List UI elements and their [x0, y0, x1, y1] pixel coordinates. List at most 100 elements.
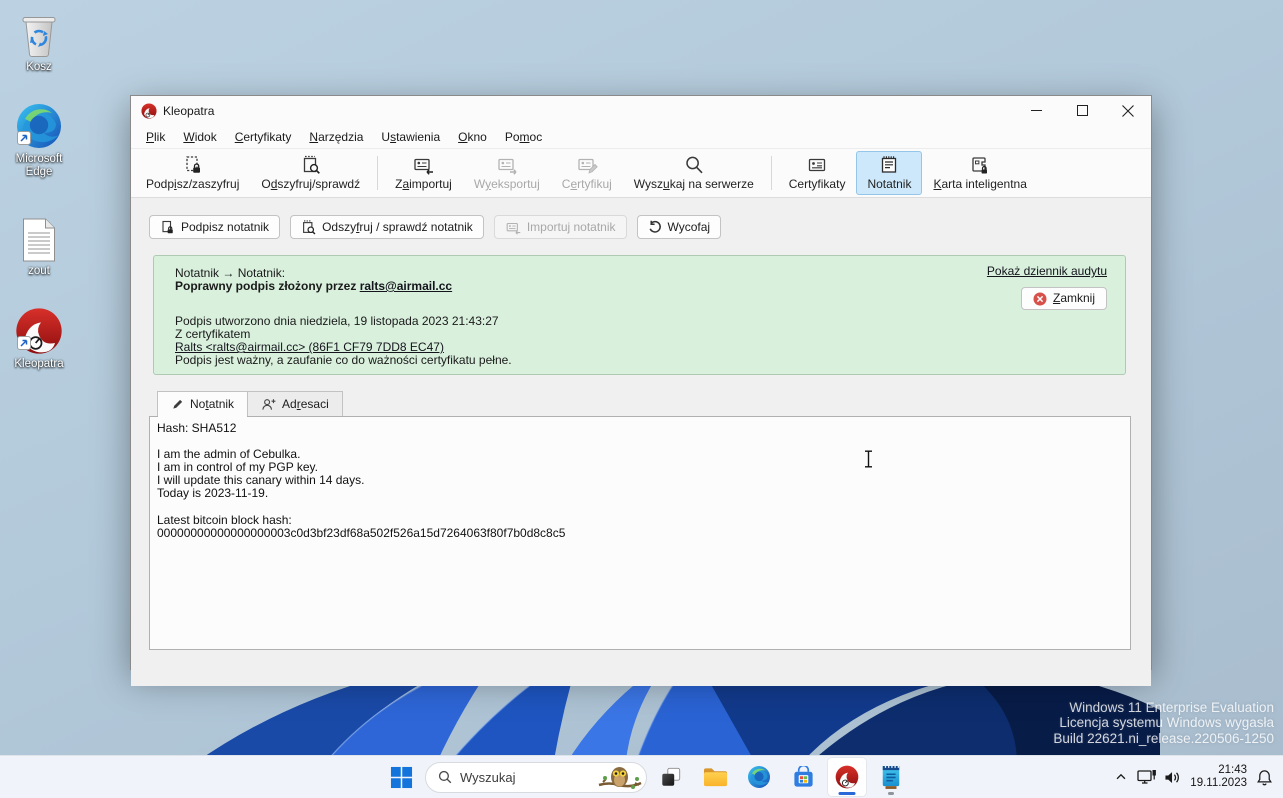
edge-icon: [747, 765, 771, 789]
toolbar-sign-encrypt-button[interactable]: Podpisz/zaszyfruj: [135, 151, 250, 195]
active-window-indicator: [839, 792, 856, 795]
menu-ustawienia[interactable]: Ustawienia: [372, 127, 449, 147]
notepad-action-row: Podpisz notatnik Odszyfruj / sprawdź not…: [149, 215, 1151, 239]
file-explorer-button[interactable]: [695, 757, 735, 797]
document-icon: [22, 212, 56, 262]
running-app-indicator: [888, 792, 894, 795]
result-verdict: Poprawny podpis złożony przez ralts@airm…: [175, 280, 1109, 293]
menu-plik[interactable]: Plik: [137, 127, 174, 147]
toolbar-lookup-server-button[interactable]: Wyszukaj na serwerze: [623, 151, 765, 195]
recycle-bin-icon: [19, 8, 59, 58]
toolbar-notepad-button[interactable]: Notatnik: [856, 151, 922, 195]
text-cursor: [863, 450, 874, 473]
notepad-taskbar-button[interactable]: [871, 757, 911, 797]
chevron-up-icon: [1114, 770, 1128, 784]
network-icon: [1137, 769, 1157, 785]
start-button[interactable]: [381, 757, 421, 797]
verify-icon: [301, 220, 316, 235]
toolbar-button-label: Odszyfruj/sprawdź: [261, 177, 360, 191]
notepad-app-icon: [880, 764, 902, 790]
result-validity: Podpis jest ważny, a zaufanie co do ważn…: [175, 354, 1109, 367]
bell-icon: [1256, 769, 1273, 786]
volume-icon: [1164, 770, 1181, 785]
menu-okno[interactable]: Okno: [449, 127, 496, 147]
file-explorer-icon: [703, 766, 728, 788]
sign-notepad-button[interactable]: Podpisz notatnik: [149, 215, 280, 239]
desktop-icon-edge[interactable]: Microsoft Edge: [1, 100, 77, 179]
tray-date: 19.11.2023: [1190, 777, 1247, 790]
person-plus-icon: [261, 397, 276, 411]
toolbar-button-label: Wyszukaj na serwerze: [634, 177, 754, 191]
search-highlight-image[interactable]: [597, 765, 643, 795]
tab-notatnik[interactable]: Notatnik: [157, 391, 248, 416]
desktop-icon-label: Kosz: [26, 61, 52, 74]
button-label: Wycofaj: [668, 220, 711, 234]
certificate-link[interactable]: Ralts <ralts@airmail.cc> (86F1 CF79 7DD8…: [175, 340, 444, 354]
taskbar-search[interactable]: Wyszukaj: [425, 762, 647, 793]
audit-log-link[interactable]: Pokaż dziennik audytu: [987, 264, 1107, 278]
clock[interactable]: 21:43 19.11.2023: [1190, 764, 1247, 790]
button-label: Importuj notatnik: [527, 220, 616, 234]
close-button[interactable]: [1105, 96, 1151, 125]
toolbar-smartcard-button[interactable]: Karta inteligentna: [922, 151, 1037, 195]
desktop-icon-zout[interactable]: zout: [1, 212, 77, 278]
edge-taskbar-button[interactable]: [739, 757, 779, 797]
notepad-text-area[interactable]: Hash: SHA512 I am the admin of Cebulka. …: [149, 416, 1131, 650]
close-result-button[interactable]: Zamknij: [1021, 287, 1107, 310]
tray-time: 21:43: [1190, 764, 1247, 777]
window-title: Kleopatra: [163, 104, 214, 118]
search-server-icon: [684, 154, 704, 175]
button-label: Podpisz notatnik: [181, 220, 269, 234]
kleopatra-taskbar-button[interactable]: [827, 757, 867, 797]
desktop-icon-label: Kleopatra: [14, 358, 63, 371]
smartcard-icon: [970, 154, 990, 175]
menu-widok[interactable]: Widok: [174, 127, 225, 147]
notification-bell-button[interactable]: [1256, 769, 1273, 786]
kleopatra-icon: [15, 305, 63, 355]
tab-adresaci[interactable]: Adresaci: [248, 391, 343, 416]
revert-button[interactable]: Wycofaj: [637, 215, 722, 239]
close-circle-icon: [1033, 292, 1047, 306]
toolbar-button-label: Wyeksportuj: [474, 177, 540, 191]
import-notepad-button[interactable]: Importuj notatnik: [494, 215, 627, 239]
toolbar-separator: [771, 156, 772, 190]
undo-icon: [648, 220, 662, 234]
verification-result-panel: Notatnik → Notatnik: Poprawny podpis zło…: [153, 255, 1126, 375]
decrypt-verify-notepad-button[interactable]: Odszyfruj / sprawdź notatnik: [290, 215, 484, 239]
windows-logo-icon: [390, 766, 413, 789]
toolbar-button-label: Karta inteligentna: [933, 177, 1026, 191]
tab-label: Notatnik: [190, 397, 234, 411]
microsoft-store-icon: [792, 766, 815, 789]
edge-icon: [15, 100, 63, 150]
toolbar-certificates-button[interactable]: Certyfikaty: [778, 151, 857, 195]
desktop-icon-label: zout: [28, 265, 50, 278]
task-view-button[interactable]: [651, 757, 691, 797]
maximize-button[interactable]: [1059, 96, 1105, 125]
toolbar: Podpisz/zaszyfruj Odszyfruj/sprawdź: [131, 149, 1151, 198]
toolbar-import-button[interactable]: Zaimportuj: [384, 151, 463, 195]
titlebar[interactable]: Kleopatra: [131, 96, 1151, 125]
toolbar-certify-button[interactable]: Certyfikuj: [551, 151, 623, 195]
menu-pomoc[interactable]: Pomoc: [496, 127, 551, 147]
toolbar-decrypt-verify-button[interactable]: Odszyfruj/sprawdź: [250, 151, 371, 195]
button-label: Zamknij: [1053, 292, 1095, 305]
shortcut-arrow-icon: [17, 336, 31, 355]
kleopatra-icon: [835, 765, 859, 789]
desktop-icon-kleopatra[interactable]: Kleopatra: [1, 305, 77, 371]
certify-icon: [576, 154, 598, 175]
task-view-icon: [660, 766, 682, 788]
minimize-button[interactable]: [1013, 96, 1059, 125]
desktop-icon-kosz[interactable]: Kosz: [1, 8, 77, 74]
quick-settings-button[interactable]: [1137, 769, 1181, 785]
menu-certyfikaty[interactable]: Certyfikaty: [226, 127, 301, 147]
signer-link[interactable]: ralts@airmail.cc: [360, 279, 452, 293]
tray-chevron-button[interactable]: [1114, 770, 1128, 784]
windows-watermark: Windows 11 Enterprise Evaluation Licencj…: [1053, 700, 1274, 747]
toolbar-export-button[interactable]: Wyeksportuj: [463, 151, 551, 195]
export-certificate-icon: [496, 154, 518, 175]
microsoft-store-button[interactable]: [783, 757, 823, 797]
menu-narzedzia[interactable]: Narzędzia: [300, 127, 372, 147]
pencil-icon: [171, 398, 184, 411]
toolbar-button-label: Certyfikaty: [789, 177, 846, 191]
search-placeholder: Wyszukaj: [460, 770, 516, 785]
